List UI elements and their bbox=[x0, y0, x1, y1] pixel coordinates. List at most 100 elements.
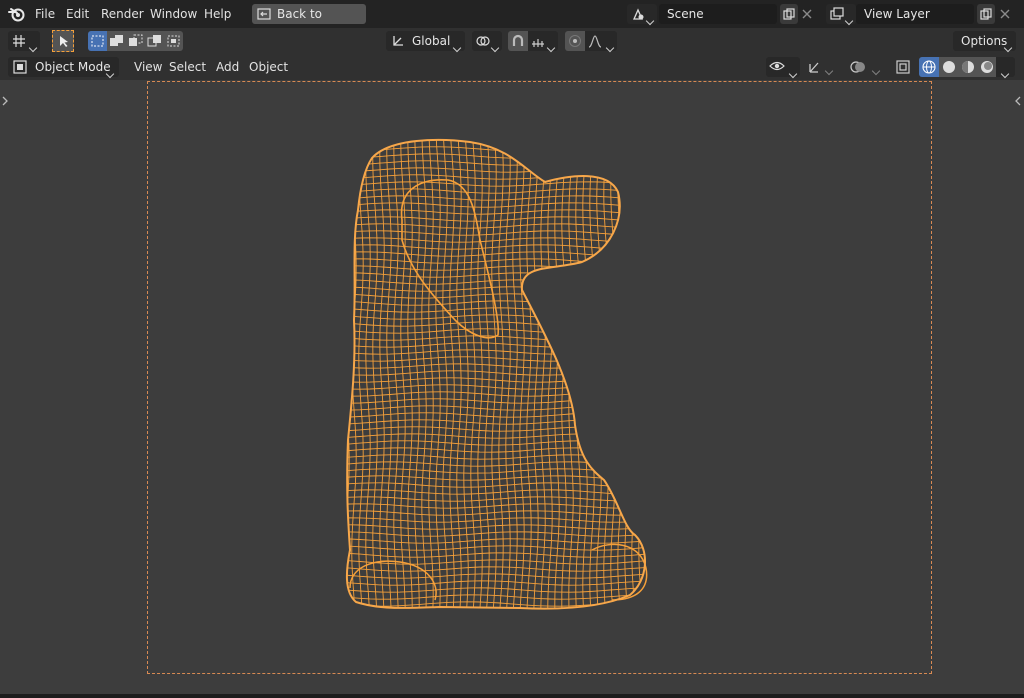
scene-selector[interactable] bbox=[627, 4, 657, 26]
mesh-edge bbox=[346, 209, 646, 215]
close-icon[interactable] bbox=[999, 8, 1011, 20]
select-intersect-button[interactable] bbox=[164, 31, 183, 51]
solid-shading-icon bbox=[942, 60, 956, 74]
scene-copy-button[interactable] bbox=[780, 4, 798, 24]
mode-dropdown[interactable]: Object Mode bbox=[8, 57, 119, 79]
options-dropdown[interactable]: Options bbox=[953, 31, 1016, 53]
gizmo-dropdown[interactable] bbox=[824, 63, 834, 77]
menu-select[interactable]: Select bbox=[164, 57, 211, 77]
menu-window[interactable]: Window bbox=[145, 4, 202, 24]
gizmo-toggle[interactable] bbox=[804, 57, 824, 77]
overlay-toggle[interactable] bbox=[848, 57, 868, 77]
rendered-shading-button[interactable] bbox=[977, 57, 996, 77]
transform-orientation-dropdown[interactable]: Global bbox=[386, 31, 465, 53]
mesh-edge bbox=[346, 349, 646, 355]
orientation-label: Global bbox=[412, 34, 451, 48]
view-layer-copy-button[interactable] bbox=[977, 4, 995, 24]
mesh-edge bbox=[346, 356, 646, 362]
snap-icon bbox=[511, 34, 525, 48]
mesh-edge bbox=[346, 566, 646, 572]
mesh-edge bbox=[646, 135, 650, 615]
mesh-edge bbox=[346, 503, 646, 509]
orientation-icon bbox=[391, 34, 405, 48]
menu-object[interactable]: Object bbox=[244, 57, 293, 77]
wireframe-shading-button[interactable] bbox=[919, 57, 939, 77]
gizmo-icon bbox=[807, 60, 821, 74]
mesh-edge bbox=[346, 153, 646, 159]
mesh-edge bbox=[346, 384, 646, 390]
solid-shading-button[interactable] bbox=[939, 57, 958, 77]
back-arrow-icon bbox=[257, 7, 271, 21]
snap-toggle[interactable] bbox=[508, 31, 528, 51]
mesh-edge bbox=[624, 139, 630, 609]
mesh-edge bbox=[346, 321, 646, 327]
mesh-edge bbox=[346, 244, 646, 250]
mesh-edge bbox=[346, 440, 646, 446]
select-tool-button[interactable] bbox=[52, 30, 74, 52]
mesh-edge bbox=[346, 279, 646, 285]
view-layer-name-field[interactable]: View Layer bbox=[856, 4, 974, 24]
select-invert-button[interactable] bbox=[145, 31, 164, 51]
mesh-edge bbox=[346, 545, 646, 551]
copy-icon bbox=[783, 8, 795, 20]
mesh-edge bbox=[449, 139, 455, 609]
mesh-edge bbox=[346, 265, 646, 271]
view-layer-selector[interactable] bbox=[826, 4, 856, 26]
overlay-icon bbox=[850, 59, 866, 75]
mesh-edge bbox=[512, 139, 518, 609]
proportional-icon bbox=[568, 34, 582, 48]
viewport-header: Object Mode View Select Add Object bbox=[0, 54, 1024, 80]
view-layer-icon bbox=[830, 7, 844, 21]
mesh-edge bbox=[346, 461, 646, 467]
proportional-falloff-dropdown[interactable] bbox=[585, 31, 617, 53]
back-to-previous-button[interactable]: Back to Previous bbox=[252, 4, 366, 41]
menu-file[interactable]: File bbox=[30, 4, 60, 24]
pivot-point-dropdown[interactable] bbox=[472, 31, 502, 53]
select-extend-button[interactable] bbox=[107, 31, 126, 51]
mesh-edge bbox=[346, 454, 646, 460]
xray-toggle[interactable] bbox=[893, 57, 913, 77]
editor-type-selector[interactable] bbox=[8, 31, 40, 53]
mesh-edge bbox=[346, 195, 646, 201]
3d-viewport[interactable] bbox=[0, 80, 1024, 694]
scene-icon bbox=[631, 7, 645, 21]
mesh-edge bbox=[653, 135, 657, 615]
snap-target-dropdown[interactable] bbox=[528, 31, 558, 53]
mesh-edge bbox=[340, 133, 660, 137]
snap-increment-icon bbox=[531, 34, 545, 48]
select-subtract-button[interactable] bbox=[126, 31, 145, 51]
menu-view[interactable]: View bbox=[129, 57, 167, 77]
object-mode-icon bbox=[13, 60, 27, 74]
menu-add[interactable]: Add bbox=[211, 57, 244, 77]
proportional-edit-toggle[interactable] bbox=[565, 31, 585, 51]
eye-icon bbox=[769, 60, 785, 74]
scene-name-field[interactable]: Scene bbox=[659, 4, 777, 24]
dog-mesh-wireframe[interactable] bbox=[0, 80, 1024, 694]
visibility-dropdown[interactable] bbox=[766, 57, 800, 79]
shading-options-dropdown[interactable] bbox=[996, 57, 1015, 79]
material-shading-icon bbox=[961, 60, 975, 74]
mesh-edge bbox=[568, 139, 574, 609]
mesh-edge bbox=[456, 139, 462, 609]
xray-icon bbox=[896, 60, 910, 74]
overlay-dropdown[interactable] bbox=[871, 63, 881, 77]
falloff-icon bbox=[588, 34, 602, 48]
mesh-edge bbox=[346, 398, 646, 404]
material-shading-button[interactable] bbox=[958, 57, 977, 77]
mesh-edge bbox=[346, 608, 646, 609]
blender-logo-icon[interactable] bbox=[8, 5, 26, 23]
menu-help[interactable]: Help bbox=[199, 4, 236, 24]
top-bar: File Edit Render Window Help Back to Pre… bbox=[0, 0, 1024, 41]
mesh-edge bbox=[346, 342, 646, 348]
menu-render[interactable]: Render bbox=[96, 4, 149, 24]
mesh-edge bbox=[346, 167, 646, 173]
select-new-button[interactable] bbox=[88, 31, 107, 51]
mesh-edge bbox=[346, 328, 646, 334]
mesh-edge bbox=[346, 258, 646, 264]
close-icon[interactable] bbox=[801, 8, 813, 20]
mode-label: Object Mode bbox=[35, 60, 111, 74]
wireframe-shading-icon bbox=[922, 60, 936, 74]
mesh-edge bbox=[346, 160, 646, 166]
mesh-edge bbox=[346, 587, 646, 593]
menu-edit[interactable]: Edit bbox=[61, 4, 94, 24]
